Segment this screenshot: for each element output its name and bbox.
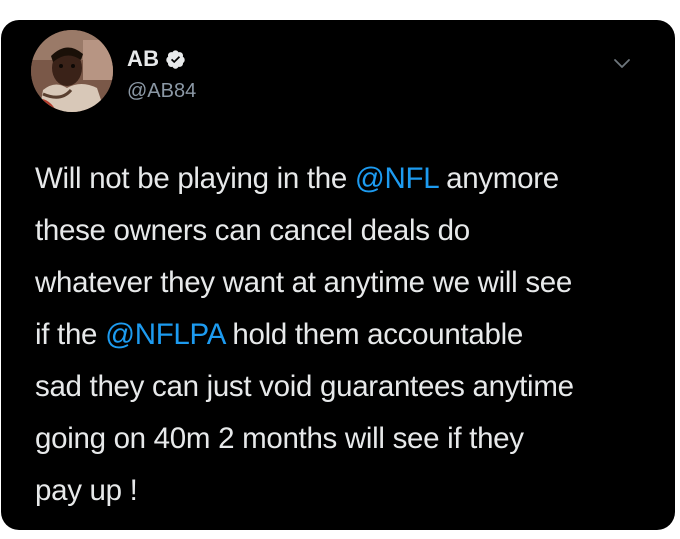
mention-link-nfl[interactable]: @NFL (355, 162, 439, 195)
tweet-text-segment: pay up ! (35, 474, 138, 507)
tweet-text-segment: going on 40m 2 months will see if they (35, 422, 524, 455)
tweet-card: AB @AB84 Will not be playing in the @NFL… (1, 20, 675, 530)
tweet-text-segment: whatever they want at anytime we will se… (35, 266, 572, 299)
tweet-text-segment: if the (35, 318, 106, 351)
tweet-text-segment: anymore (438, 162, 559, 195)
tweet-text-segment: hold them accountable (224, 318, 523, 351)
profile-photo-icon (31, 30, 113, 112)
avatar[interactable] (31, 30, 113, 112)
tweet-line: sad they can just void guarantees anytim… (35, 361, 655, 413)
tweet-line: Will not be playing in the @NFL anymore (35, 153, 655, 205)
verified-badge-icon (165, 49, 186, 70)
author-name-row: AB (127, 46, 186, 72)
tweet-text-segment: sad they can just void guarantees anytim… (35, 370, 574, 403)
display-name[interactable]: AB (127, 46, 159, 72)
mention-link-nflpa[interactable]: @NFLPA (105, 318, 225, 351)
tweet-line: if the @NFLPA hold them accountable (35, 309, 655, 361)
tweet-line: whatever they want at anytime we will se… (35, 257, 655, 309)
tweet-line: these owners can cancel deals do (35, 205, 655, 257)
tweet-text-segment: these owners can cancel deals do (35, 214, 470, 247)
author-handle[interactable]: @AB84 (127, 80, 196, 103)
tweet-line: going on 40m 2 months will see if they (35, 413, 655, 465)
tweet-text-segment: Will not be playing in the (35, 162, 355, 195)
tweet-line: pay up ! (35, 465, 655, 517)
tweet-text: Will not be playing in the @NFL anymore … (35, 153, 655, 517)
chevron-down-icon[interactable] (611, 52, 633, 74)
